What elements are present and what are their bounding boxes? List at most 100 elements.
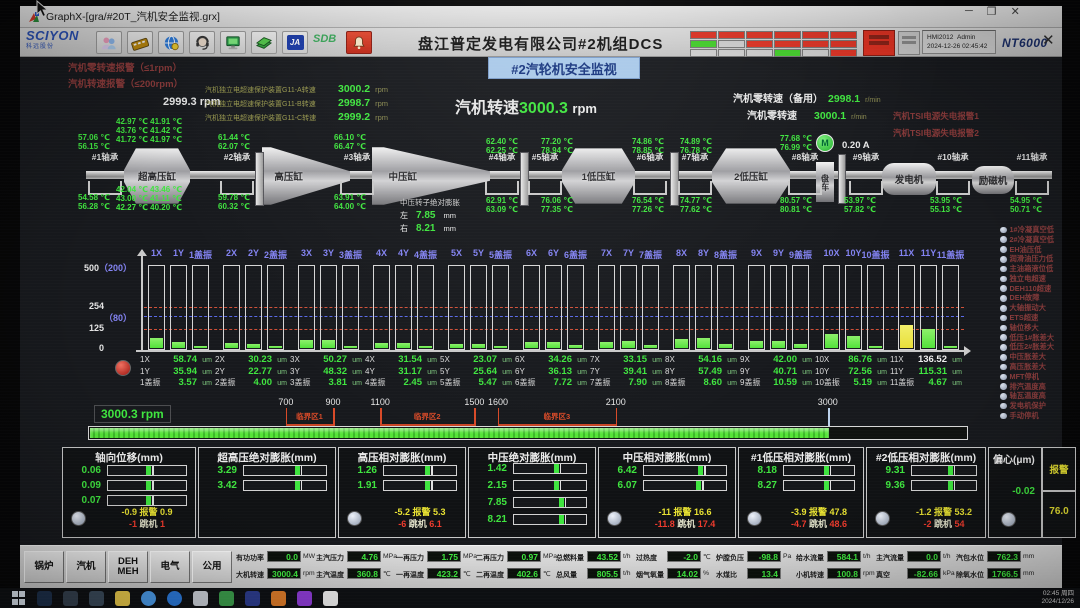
bar-label-2X: 2X	[226, 248, 237, 258]
alarm-grid-cell-14[interactable]	[746, 49, 773, 57]
nav-button-2[interactable]: 汽机	[66, 551, 106, 583]
alarm-item-8: DEH故障	[1000, 294, 1054, 304]
nav-button-4[interactable]: 电气	[150, 551, 190, 583]
metric-label-r1c7: 炉膛负压	[716, 553, 744, 563]
users-icon[interactable]	[96, 31, 122, 54]
vib-table-cell-7Y: 7Y39.41um	[590, 366, 662, 376]
vib-point-label: 10盖振	[815, 377, 845, 388]
start-icon[interactable]	[11, 591, 26, 606]
app5-icon[interactable]	[297, 591, 312, 606]
vib-point-unit: um	[347, 380, 362, 387]
search-icon[interactable]	[37, 591, 52, 606]
app6-icon[interactable]	[323, 591, 338, 606]
panel-row-bar	[383, 480, 457, 491]
alarm-lamp-icon	[1000, 325, 1007, 332]
alarm-bell-icon[interactable]	[346, 31, 372, 54]
metric-unit-r2c8: rpm	[863, 570, 875, 577]
mode-button[interactable]	[898, 31, 920, 55]
vib-point-value: 57.49	[691, 366, 722, 377]
taskbar-clock[interactable]: 02:45 周四 2024/12/26	[1041, 590, 1074, 606]
edge-icon[interactable]	[167, 591, 182, 606]
vib-point-unit: um	[197, 369, 212, 376]
vib-table-cell-3盖振: 3盖振3.81um	[290, 377, 362, 387]
alarm-grid-cell-16[interactable]	[802, 49, 829, 57]
app2-icon[interactable]	[219, 591, 234, 606]
folder-icon[interactable]	[115, 591, 130, 606]
alarm-grid-cell-1[interactable]	[718, 31, 745, 39]
app-close-icon[interactable]: ✕	[1042, 31, 1055, 49]
vibration-bar-3盖振	[342, 265, 359, 350]
alarm-item-label: 润滑油压力低	[1010, 254, 1054, 264]
nav-button-3[interactable]: DEHMEH	[108, 551, 148, 583]
panel-row-marker	[425, 466, 430, 475]
vib-point-unit: um	[947, 357, 962, 364]
panel-row-marker	[948, 466, 953, 475]
alarm-grid-cell-17[interactable]	[830, 49, 857, 57]
alarm-grid-cell-5[interactable]	[830, 31, 857, 39]
book-icon[interactable]	[251, 31, 277, 54]
vib-point-unit: um	[197, 380, 212, 387]
vibration-bar-2X	[223, 265, 240, 350]
alarm-grid-cell-2[interactable]	[746, 31, 773, 39]
alarm-grid-cell-8[interactable]	[746, 40, 773, 48]
browser-icon[interactable]	[141, 591, 156, 606]
task-view-icon[interactable]	[63, 591, 78, 606]
minimize-icon[interactable]: ─	[965, 5, 973, 17]
alarm-grid-cell-0[interactable]	[690, 31, 717, 39]
monitor-icon[interactable]	[220, 31, 246, 54]
vib-table-col-2: 2X30.23um2Y22.77um2盖振4.00um	[215, 354, 287, 388]
vib-point-value: 5.19	[845, 377, 872, 388]
file-explorer-icon[interactable]	[89, 591, 104, 606]
sdb-icon[interactable]: SDB	[313, 33, 336, 45]
vibration-alarm-lamp	[115, 360, 131, 376]
turbine-alarm-button[interactable]	[863, 30, 895, 56]
alarm-grid-cell-13[interactable]	[718, 49, 745, 57]
metric-value-r2c4: 402.6	[507, 568, 541, 579]
panel-row-marker	[559, 515, 564, 524]
bearing-9-temps-bottom: 53.97 ℃57.82 ℃	[844, 197, 904, 214]
metric-unit-r1c2: MPa	[383, 553, 397, 560]
bar-label-4X: 4X	[376, 248, 387, 258]
close-icon[interactable]: ✕	[1011, 5, 1020, 18]
panel-row-marker	[559, 498, 564, 507]
alarm-grid-cell-12[interactable]	[690, 49, 717, 57]
alarm-item-label: 低压1#胀差大	[1010, 333, 1055, 343]
alarm-grid-cell-4[interactable]	[802, 31, 829, 39]
vibration-bar-1X	[148, 265, 165, 350]
vibration-bar-4Y	[395, 265, 412, 350]
app1-icon[interactable]	[193, 591, 208, 606]
keyboard-icon[interactable]	[127, 31, 153, 54]
app4-icon[interactable]	[271, 591, 286, 606]
globe-icon[interactable]	[158, 31, 184, 54]
alarm-item-5: 主油箱液位低	[1000, 264, 1054, 274]
panel-row-bar	[513, 497, 587, 508]
nav-button-5[interactable]: 公用	[192, 551, 232, 583]
panel-row-tick	[954, 481, 956, 490]
panel-7: #2低压相对膨胀(mm)9.319.36-1.2 报警 53.2-2 跳机 54	[866, 447, 986, 538]
ja-icon[interactable]: JA	[282, 31, 308, 54]
alarm-grid-cell-9[interactable]	[774, 40, 801, 48]
vib-table-cell-2Y: 2Y22.77um	[215, 366, 287, 376]
vibration-bar-10Y	[845, 265, 862, 350]
alarm-grid-cell-7[interactable]	[718, 40, 745, 48]
bearing-10-label: #10轴承	[927, 151, 979, 161]
nav-button-1[interactable]: 锅炉	[24, 551, 64, 583]
alarm-grid-cell-11[interactable]	[830, 40, 857, 48]
bearing-10-bracket	[936, 181, 970, 195]
alarm-grid-cell-3[interactable]	[774, 31, 801, 39]
app3-icon[interactable]	[245, 591, 260, 606]
alarm-grid-cell-15[interactable]	[774, 49, 801, 57]
maximize-icon[interactable]: ❐	[987, 5, 997, 18]
vib-table-col-8: 8X54.16um8Y57.49um8盖振8.60um	[665, 354, 737, 388]
alarm-lamp-icon	[1000, 403, 1007, 410]
panel-row-tick	[565, 498, 567, 507]
vib-table-cell-9Y: 9Y40.71um	[740, 366, 812, 376]
bearing-2-label: #2轴承	[211, 151, 263, 161]
alarm-grid-cell-6[interactable]	[690, 40, 717, 48]
vibration-bar-9盖振	[792, 265, 809, 350]
ytick-200: （200）	[99, 263, 132, 273]
alarm-grid-cell-10[interactable]	[802, 40, 829, 48]
metric-label-r1c8: 给水流量	[796, 553, 824, 563]
panel-status-lamp	[875, 511, 890, 526]
headset-icon[interactable]	[189, 31, 215, 54]
